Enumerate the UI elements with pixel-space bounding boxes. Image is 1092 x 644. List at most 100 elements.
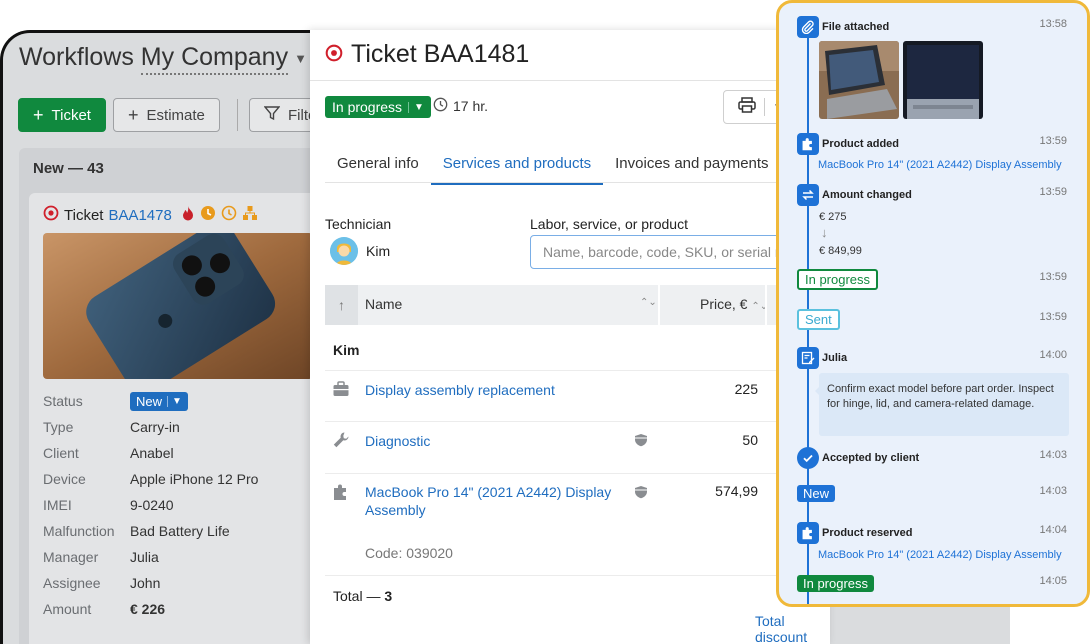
- clock-icon: [221, 205, 237, 225]
- printer-icon: [738, 96, 756, 118]
- target-icon: [43, 205, 59, 225]
- header-divider: [310, 80, 830, 81]
- ticket-duration: 17 hr.: [433, 97, 488, 115]
- paperclip-icon: [797, 16, 819, 38]
- field-imei: IMEI 9-0240: [43, 497, 174, 513]
- toolbar-divider: [237, 99, 238, 131]
- note-author: Julia: [822, 352, 848, 364]
- event-title: Amount changed: [822, 189, 912, 201]
- attachment-thumbnail[interactable]: [903, 41, 983, 119]
- device-photo: [43, 233, 313, 379]
- puzzle-icon: [797, 133, 819, 155]
- row-divider: [325, 370, 830, 371]
- column-title: New — 43: [33, 160, 104, 177]
- event-time: 13:59: [1039, 271, 1067, 283]
- ticket-title: Ticket BAA1481: [325, 40, 529, 69]
- event-title: Accepted by client: [822, 452, 920, 464]
- amount-to: € 849,99: [819, 245, 862, 257]
- status-badge[interactable]: New ▼: [130, 391, 188, 411]
- event-time: 14:03: [1039, 449, 1067, 461]
- ticket-status-dropdown[interactable]: In progress ▼: [325, 96, 431, 118]
- total-discount-link[interactable]: Total discount: [755, 613, 830, 644]
- product-link[interactable]: MacBook Pro 14" (2021 A2442) Display Ass…: [818, 549, 1062, 561]
- items-table-header: ↑ Name ⌃⌄ Price, € ⌃⌄: [325, 285, 830, 325]
- event-time: 13:59: [1039, 311, 1067, 323]
- ticket-card[interactable]: Ticket BAA1478 Status New ▼ Type Carry-i…: [29, 193, 319, 644]
- activity-timeline: File attached 13:58 Product added 13:59 …: [776, 0, 1090, 607]
- item-name-link[interactable]: Display assembly replacement: [365, 381, 615, 399]
- plus-icon: +: [128, 105, 139, 125]
- avatar: [330, 237, 358, 265]
- check-circle-icon: [797, 447, 819, 469]
- sort-arrow-up-icon[interactable]: ↑: [325, 285, 358, 325]
- event-time: 14:03: [1039, 485, 1067, 497]
- group-header-technician: Kim: [333, 342, 360, 358]
- tab-invoices-and-payments[interactable]: Invoices and payments: [603, 146, 780, 185]
- row-divider: [325, 473, 830, 474]
- event-time: 13:58: [1039, 18, 1067, 30]
- hierarchy-icon: [242, 205, 258, 225]
- add-estimate-button[interactable]: + Estimate: [113, 98, 220, 132]
- field-type: Type Carry-in: [43, 419, 180, 435]
- item-price: 574,99: [715, 483, 758, 499]
- card-ticket-id[interactable]: BAA1478: [108, 207, 171, 224]
- warranty-shield-icon: [634, 485, 648, 499]
- column-divider: [765, 285, 767, 325]
- item-price: 225: [734, 381, 758, 397]
- row-divider: [325, 575, 830, 576]
- puzzle-icon: [797, 522, 819, 544]
- item-name-link[interactable]: MacBook Pro 14" (2021 A2442) Display Ass…: [365, 483, 615, 519]
- chevron-down-icon: ▼: [167, 395, 182, 407]
- row-divider: [325, 421, 830, 422]
- note-edit-icon: [797, 347, 819, 369]
- field-device: Device Apple iPhone 12 Pro: [43, 471, 259, 487]
- product-link[interactable]: MacBook Pro 14" (2021 A2442) Display Ass…: [818, 159, 1062, 171]
- status-badge: In progress: [797, 269, 879, 290]
- sort-icon[interactable]: ⌃⌄: [640, 297, 657, 308]
- card-header: Ticket BAA1478: [43, 205, 258, 225]
- column-name-header[interactable]: Name: [365, 296, 402, 312]
- filter-button[interactable]: Filte: [249, 98, 319, 132]
- warranty-shield-icon: [634, 433, 648, 447]
- flame-icon: [181, 205, 195, 225]
- briefcase-icon: [332, 380, 350, 398]
- technician-label: Technician: [325, 216, 392, 232]
- clock-icon: [433, 97, 448, 115]
- chevron-down-icon[interactable]: ▼: [294, 51, 307, 66]
- note-content: Confirm exact model before part order. I…: [819, 373, 1069, 436]
- event-time: 14:05: [1039, 575, 1067, 587]
- event-title: Product reserved: [822, 527, 913, 539]
- field-client: Client Anabel: [43, 445, 174, 461]
- event-title: Product added: [822, 138, 900, 150]
- technician-selector[interactable]: Kim: [330, 237, 390, 265]
- status-badge: New: [797, 485, 836, 502]
- field-assignee: Assignee John: [43, 575, 161, 591]
- kanban-column-new: New — 43 Ticket BAA1478 Status New ▼ Typ…: [19, 148, 319, 644]
- chevron-down-icon: ▼: [408, 101, 424, 113]
- ticket-tabs: General info Services and products Invoi…: [325, 146, 781, 185]
- product-label: Labor, service, or product: [530, 216, 688, 232]
- items-total: Total — 3: [333, 588, 393, 604]
- arrow-down-icon: ↓: [821, 225, 828, 240]
- column-divider: [658, 285, 660, 325]
- item-code: Code: 039020: [365, 545, 453, 561]
- page-title: Workflows My Company ▼: [19, 43, 307, 75]
- attachment-thumbnail[interactable]: [819, 41, 899, 119]
- column-price-header[interactable]: Price, € ⌃⌄: [700, 296, 768, 312]
- tab-services-and-products[interactable]: Services and products: [430, 146, 604, 185]
- swap-icon: [797, 184, 819, 206]
- item-name-link[interactable]: Diagnostic: [365, 432, 615, 450]
- field-manager: Manager Julia: [43, 549, 159, 565]
- event-title: File attached: [822, 21, 890, 33]
- field-status: Status New ▼: [43, 388, 313, 414]
- event-time: 13:59: [1039, 135, 1067, 147]
- tab-general-info[interactable]: General info: [325, 146, 431, 185]
- target-icon: [325, 40, 343, 69]
- add-ticket-button[interactable]: + Ticket: [18, 98, 106, 132]
- field-malfunction: Malfunction Bad Battery Life: [43, 523, 230, 539]
- puzzle-icon: [332, 483, 350, 501]
- event-time: 14:00: [1039, 349, 1067, 361]
- company-selector[interactable]: My Company: [140, 43, 289, 75]
- card-fields: Status New ▼ Type Carry-in Client Anabel …: [43, 388, 313, 622]
- plus-icon: +: [33, 105, 44, 125]
